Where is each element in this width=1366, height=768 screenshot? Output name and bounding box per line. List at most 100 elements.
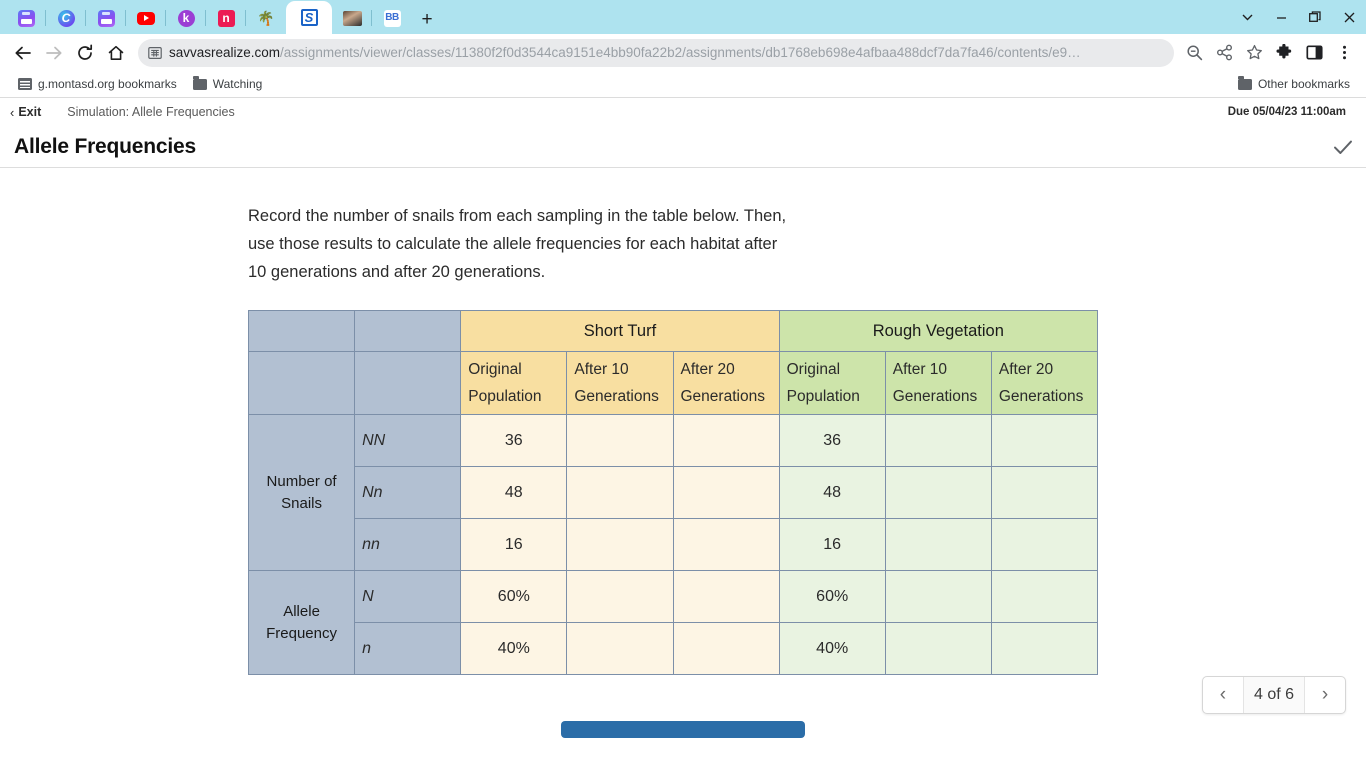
close-icon[interactable] bbox=[1332, 0, 1366, 34]
bookmark-item-gmontasd[interactable]: g.montasd.org bookmarks bbox=[12, 75, 183, 93]
instructions-text: Record the number of snails from each sa… bbox=[248, 207, 787, 281]
browser-menu-icon[interactable] bbox=[1330, 39, 1358, 67]
exit-label: Exit bbox=[18, 105, 42, 119]
tab-printer-2[interactable] bbox=[86, 2, 126, 34]
cell-turf-after20-n[interactable] bbox=[672, 622, 780, 675]
subheader-blank-2 bbox=[354, 351, 462, 415]
bookmark-site-icon bbox=[18, 78, 32, 90]
maximize-icon[interactable] bbox=[1298, 0, 1332, 34]
tab-savvas[interactable]: S bbox=[286, 1, 332, 34]
new-tab-button[interactable]: + bbox=[412, 6, 442, 34]
palm-tree-icon: 🌴 bbox=[257, 10, 275, 26]
reload-icon[interactable] bbox=[70, 38, 99, 67]
home-icon[interactable] bbox=[101, 38, 130, 67]
due-date: Due 05/04/23 11:00am bbox=[1227, 106, 1346, 118]
subheader-turf-after20: After 20 Generations bbox=[672, 351, 780, 415]
cell-turf-after20-N[interactable] bbox=[672, 570, 780, 623]
bookmark-label: g.montasd.org bookmarks bbox=[38, 77, 177, 91]
cell-veg-after20-NN[interactable] bbox=[990, 414, 1099, 467]
genotype-label-nn-homozygous-dominant: NN bbox=[354, 414, 462, 467]
folder-icon bbox=[1237, 76, 1252, 90]
tab-bb-app[interactable]: BB bbox=[372, 2, 412, 34]
submit-button[interactable] bbox=[561, 721, 805, 738]
table-row: Number of Snails NN 36 36 bbox=[247, 414, 1099, 571]
exit-button[interactable]: ‹ Exit bbox=[10, 105, 41, 120]
cell-turf-after10-Nn[interactable] bbox=[566, 466, 674, 519]
forward-icon[interactable] bbox=[39, 38, 68, 67]
cell-turf-after10-n[interactable] bbox=[566, 622, 674, 675]
cell-turf-original-n[interactable]: 40% bbox=[460, 622, 568, 675]
allele-label-N: N bbox=[354, 570, 462, 623]
cell-veg-after20-n[interactable] bbox=[990, 622, 1099, 675]
minimize-icon[interactable] bbox=[1264, 0, 1298, 34]
window-controls bbox=[1230, 0, 1366, 34]
cell-turf-after10-NN[interactable] bbox=[566, 414, 674, 467]
cell-veg-after10-Nn[interactable] bbox=[884, 466, 992, 519]
cell-turf-after20-NN[interactable] bbox=[672, 414, 780, 467]
table-row: n 40% 40% bbox=[249, 622, 1099, 675]
cell-turf-original-NN[interactable]: 36 bbox=[460, 414, 568, 467]
tab-c-app[interactable]: C bbox=[46, 2, 86, 34]
toolbar-actions bbox=[1176, 39, 1358, 67]
browser-toolbar: savvasrealize.com/assignments/viewer/cla… bbox=[0, 34, 1366, 71]
tab-photo[interactable] bbox=[332, 2, 372, 34]
cell-veg-original-n[interactable]: 40% bbox=[778, 622, 886, 675]
other-bookmarks-button[interactable]: Other bookmarks bbox=[1232, 75, 1356, 93]
cell-veg-after10-N[interactable] bbox=[884, 570, 992, 623]
breadcrumb: Simulation: Allele Frequencies bbox=[67, 105, 235, 119]
cell-veg-after10-NN[interactable] bbox=[884, 414, 992, 467]
cell-turf-original-N[interactable]: 60% bbox=[460, 570, 568, 623]
assignment-canvas: Record the number of snails from each sa… bbox=[0, 168, 1366, 738]
back-icon[interactable] bbox=[8, 38, 37, 67]
cell-turf-after20-nn[interactable] bbox=[672, 518, 780, 571]
extensions-icon[interactable] bbox=[1270, 39, 1298, 67]
printer-icon bbox=[17, 9, 35, 27]
group-header-rough-vegetation: Rough Vegetation bbox=[778, 310, 1099, 352]
table-subheader-row: Original Population After 10 Generations… bbox=[247, 351, 1099, 415]
next-page-button[interactable]: › bbox=[1305, 677, 1345, 713]
letter-k-icon: k bbox=[177, 9, 195, 27]
corner-cell-genotype-blank bbox=[354, 310, 462, 352]
browser-chrome: C k n 🌴 S BB + savvasrealize.com/assignm… bbox=[0, 0, 1366, 98]
cell-veg-original-nn[interactable]: 16 bbox=[778, 518, 886, 571]
genotype-label-Nn-heterozygous: Nn bbox=[354, 466, 462, 519]
cell-veg-after20-N[interactable] bbox=[990, 570, 1099, 623]
cell-turf-after20-Nn[interactable] bbox=[672, 466, 780, 519]
cell-veg-after20-nn[interactable] bbox=[990, 518, 1099, 571]
side-panel-icon[interactable] bbox=[1300, 39, 1328, 67]
cell-turf-after10-nn[interactable] bbox=[566, 518, 674, 571]
cell-turf-after10-N[interactable] bbox=[566, 570, 674, 623]
allele-frequency-table: Short Turf Rough Vegetation Original Pop… bbox=[247, 310, 1099, 675]
tab-strip: C k n 🌴 S BB + bbox=[0, 0, 1366, 34]
bookmark-star-icon[interactable] bbox=[1240, 39, 1268, 67]
address-bar-url: savvasrealize.com/assignments/viewer/cla… bbox=[169, 39, 1081, 67]
tab-n-app[interactable]: n bbox=[206, 2, 246, 34]
bookmark-label: Watching bbox=[212, 77, 263, 91]
tab-search-icon[interactable] bbox=[1230, 0, 1264, 34]
cell-turf-original-Nn[interactable]: 48 bbox=[460, 466, 568, 519]
zoom-out-icon[interactable] bbox=[1180, 39, 1208, 67]
printer-icon bbox=[97, 9, 115, 27]
url-path: /assignments/viewer/classes/11380f2f0d35… bbox=[280, 44, 1081, 60]
page-title: Allele Frequencies bbox=[14, 134, 196, 158]
subheader-veg-after20: After 20 Generations bbox=[990, 351, 1099, 415]
cell-veg-after10-n[interactable] bbox=[884, 622, 992, 675]
assignment-viewer: ‹ Exit Simulation: Allele Frequencies Du… bbox=[0, 98, 1366, 738]
savvas-s-icon: S bbox=[300, 9, 318, 26]
cell-veg-original-Nn[interactable]: 48 bbox=[778, 466, 886, 519]
cell-turf-original-nn[interactable]: 16 bbox=[460, 518, 568, 571]
share-icon[interactable] bbox=[1210, 39, 1238, 67]
cell-veg-after10-nn[interactable] bbox=[884, 518, 992, 571]
tab-youtube[interactable] bbox=[126, 2, 166, 34]
cell-veg-original-NN[interactable]: 36 bbox=[778, 414, 886, 467]
bookmark-item-watching[interactable]: Watching bbox=[187, 75, 269, 93]
tab-printer-1[interactable] bbox=[6, 2, 46, 34]
cell-veg-after20-Nn[interactable] bbox=[990, 466, 1099, 519]
cell-veg-original-N[interactable]: 60% bbox=[778, 570, 886, 623]
tab-palm[interactable]: 🌴 bbox=[246, 2, 286, 34]
address-bar[interactable]: savvasrealize.com/assignments/viewer/cla… bbox=[138, 38, 1174, 67]
site-info-icon[interactable] bbox=[148, 46, 162, 60]
check-icon[interactable] bbox=[1332, 136, 1354, 158]
previous-page-button[interactable]: ‹ bbox=[1203, 677, 1243, 713]
tab-k-app[interactable]: k bbox=[166, 2, 206, 34]
